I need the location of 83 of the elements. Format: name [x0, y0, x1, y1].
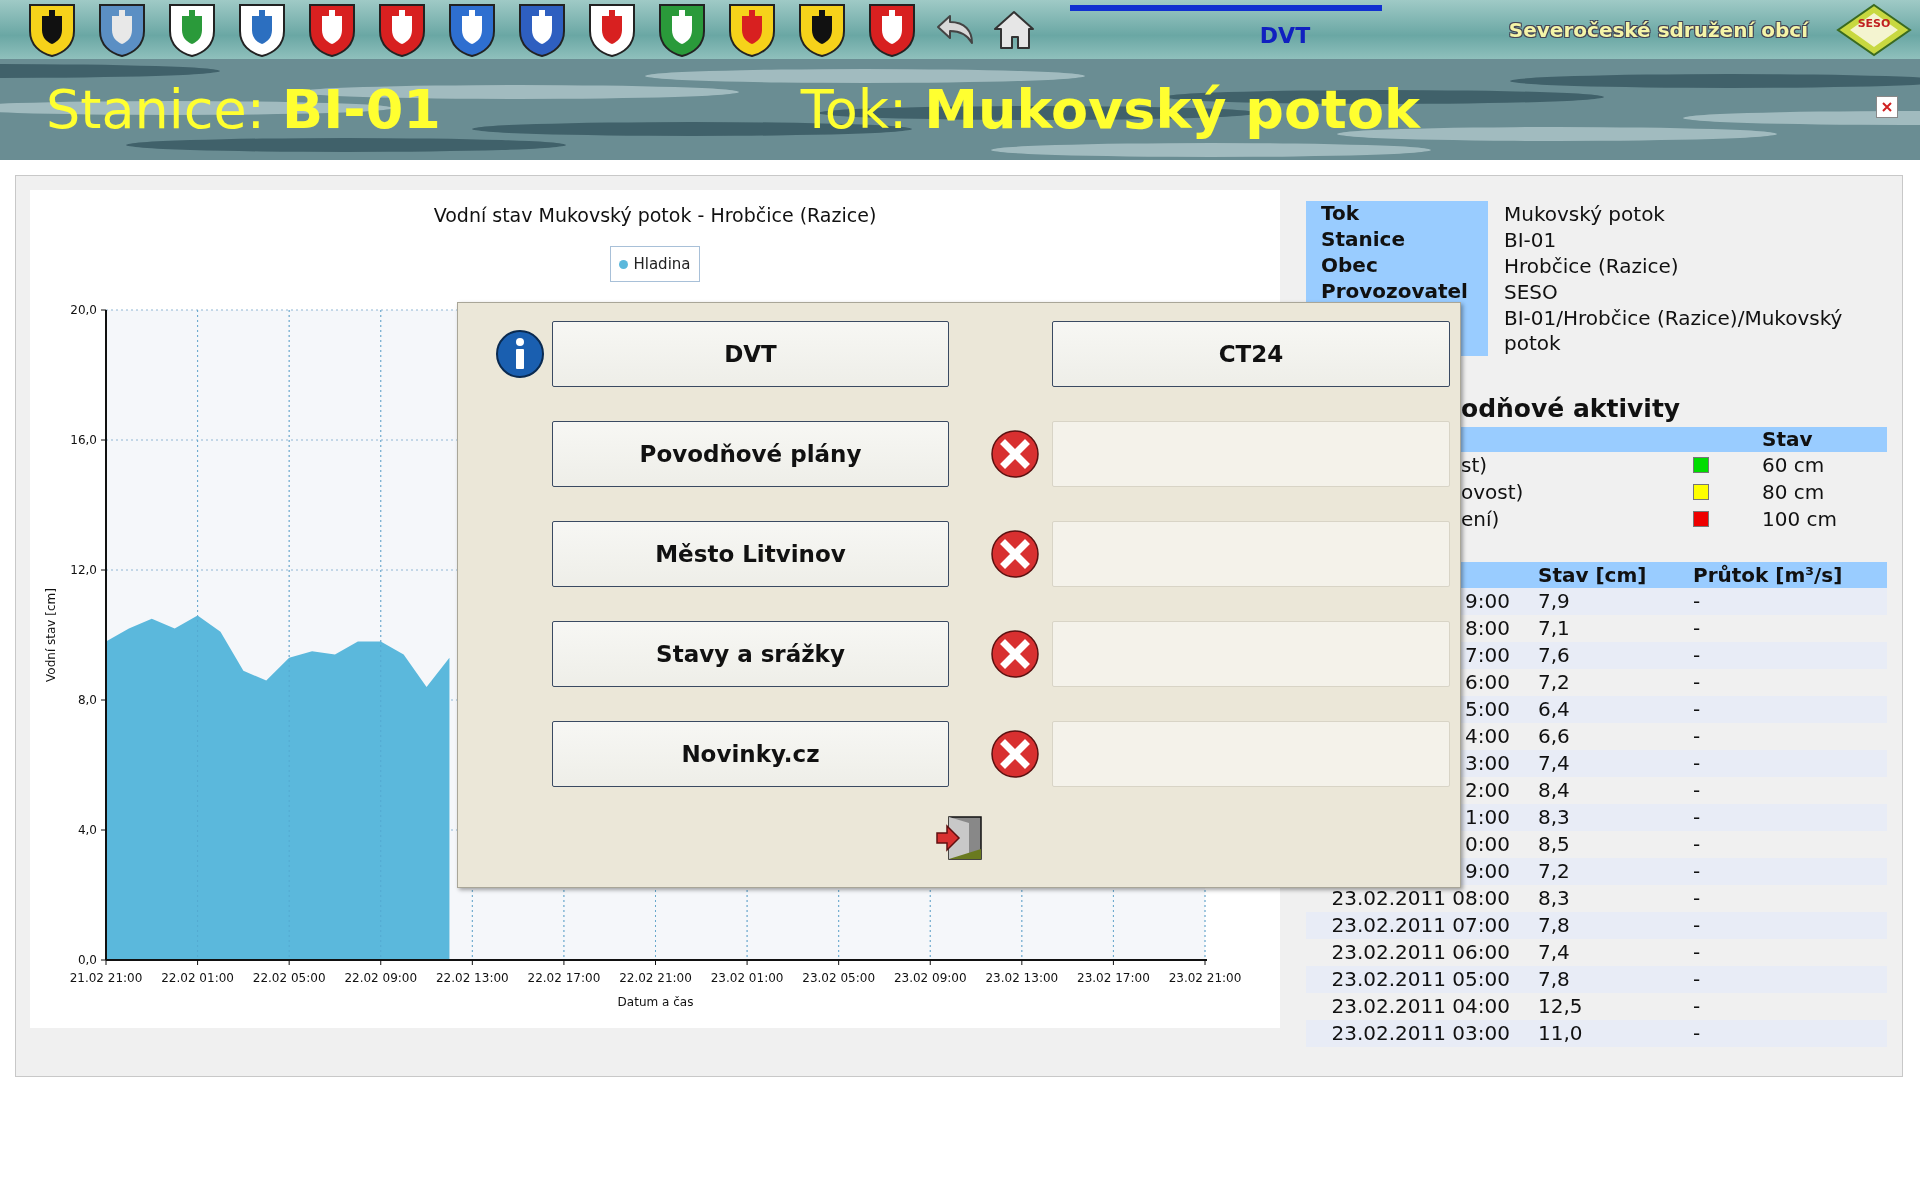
- table-cell: 7,2: [1538, 858, 1693, 885]
- error-icon: [990, 429, 1040, 479]
- table-cell: -: [1693, 588, 1887, 615]
- x-tick-label: 22.02 05:00: [252, 971, 326, 985]
- exit-door-icon: [935, 815, 983, 861]
- x-tick-label: 22.02 13:00: [435, 971, 509, 985]
- x-tick-label: 23.02 17:00: [1077, 971, 1150, 985]
- error-icon: [990, 729, 1040, 779]
- x-tick-label: 23.02 01:00: [710, 971, 784, 985]
- table-cell: 7,8: [1538, 912, 1693, 939]
- x-tick-label: 23.02 13:00: [985, 971, 1059, 985]
- link-button[interactable]: Stavy a srážky: [552, 621, 949, 687]
- x-axis-title: Datum a čas: [617, 995, 694, 1009]
- table-cell: 23.02.2011 07:00: [1306, 912, 1538, 939]
- table-cell: 7,4: [1538, 750, 1693, 777]
- level-name: st): [1460, 452, 1489, 479]
- table-cell: -: [1693, 696, 1887, 723]
- y-tick-label: 4,0: [77, 823, 97, 837]
- info-label: Obec: [1306, 253, 1488, 279]
- level-value: 100 cm: [1762, 506, 1838, 533]
- column-header: Stav: [1762, 427, 1814, 452]
- info-value: Mukovský potok: [1503, 201, 1666, 227]
- table-cell: -: [1693, 642, 1887, 669]
- link-button[interactable]: CT24: [1052, 321, 1450, 387]
- station-title: Stanice: BI-01: [46, 78, 441, 141]
- info-label: Tok: [1306, 201, 1488, 227]
- error-icon: [990, 529, 1040, 579]
- close-icon: [1881, 101, 1893, 113]
- table-cell: 8,3: [1538, 804, 1693, 831]
- y-axis-title: Vodní stav [cm]: [44, 588, 58, 682]
- x-tick-label: 21.02 21:00: [69, 971, 143, 985]
- legend-label: Hladina: [633, 255, 691, 273]
- level-name: ovost): [1460, 479, 1525, 506]
- x-tick-label: 23.02 05:00: [802, 971, 876, 985]
- table-cell: 23.02.2011 03:00: [1306, 1020, 1538, 1047]
- table-cell: -: [1693, 858, 1887, 885]
- y-tick-label: 0,0: [77, 953, 97, 967]
- x-tick-label: 22.02 01:00: [161, 971, 234, 985]
- x-tick-label: 23.02 21:00: [1168, 971, 1242, 985]
- level-value: 80 cm: [1762, 479, 1826, 506]
- table-cell: -: [1693, 750, 1887, 777]
- link-button[interactable]: Město Litvinov: [552, 521, 949, 587]
- link-button[interactable]: Povodňové plány: [552, 421, 949, 487]
- table-cell: 7,6: [1538, 642, 1693, 669]
- level-name: ení): [1460, 506, 1501, 533]
- info-value: BI-01: [1503, 227, 1558, 253]
- y-tick-label: 12,0: [70, 563, 97, 577]
- organization-name: Severočeské sdružení obcí: [1508, 17, 1808, 42]
- chart-title: Vodní stav Mukovský potok - Hrobčice (Razice): [433, 204, 877, 228]
- x-tick-label: 22.02 17:00: [527, 971, 601, 985]
- info-value: BI-01/Hrobčice (Razice)/Mukovský potok: [1503, 305, 1844, 356]
- info-label: Provozovatel: [1306, 279, 1488, 305]
- table-cell: 23.02.2011 05:00: [1306, 966, 1538, 993]
- column-header: Průtok [m³/s]: [1693, 562, 1844, 588]
- exit-button[interactable]: [935, 815, 983, 861]
- table-cell: -: [1693, 966, 1887, 993]
- link-button[interactable]: DVT: [552, 321, 949, 387]
- table-cell: 7,9: [1538, 588, 1693, 615]
- link-button[interactable]: Novinky.cz: [552, 721, 949, 787]
- x-tick-label: 23.02 09:00: [893, 971, 967, 985]
- info-icon[interactable]: [495, 329, 545, 379]
- y-tick-label: 20,0: [70, 303, 97, 317]
- table-cell: 6,4: [1538, 696, 1693, 723]
- close-button[interactable]: [1876, 96, 1898, 118]
- table-cell: 11,0: [1538, 1020, 1693, 1047]
- nav-title: DVT: [1259, 23, 1311, 48]
- info-label: Stanice: [1306, 227, 1488, 253]
- logo-text: SESO: [1857, 16, 1891, 30]
- level-value: 60 cm: [1762, 452, 1826, 479]
- info-value: Hrobčice (Razice): [1503, 253, 1680, 279]
- column-header: Stav [cm]: [1538, 562, 1648, 588]
- table-cell: -: [1693, 1020, 1887, 1047]
- x-tick-label: 22.02 09:00: [344, 971, 418, 985]
- error-icon: [990, 629, 1040, 679]
- section-heading: odňové aktivity: [1461, 394, 1682, 423]
- info-value: SESO: [1503, 279, 1559, 305]
- river-title: Tok: Mukovský potok: [800, 78, 1420, 141]
- table-cell: -: [1693, 804, 1887, 831]
- table-cell: -: [1693, 912, 1887, 939]
- x-tick-label: 22.02 21:00: [619, 971, 692, 985]
- y-tick-label: 8,0: [77, 693, 97, 707]
- table-cell: 7,8: [1538, 966, 1693, 993]
- y-tick-label: 16,0: [70, 433, 97, 447]
